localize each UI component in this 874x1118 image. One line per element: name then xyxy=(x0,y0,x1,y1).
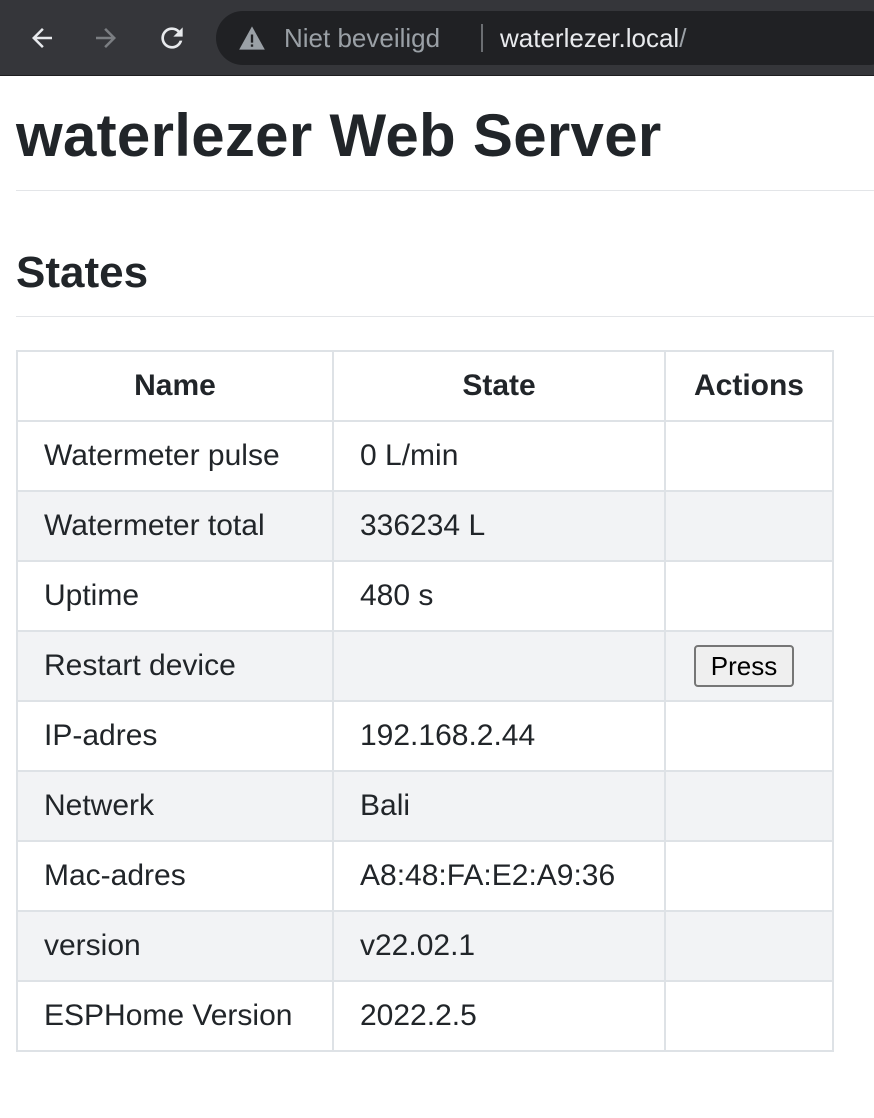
row-name: Watermeter pulse xyxy=(16,420,334,492)
row-actions xyxy=(664,980,834,1052)
row-actions xyxy=(664,420,834,492)
reload-button[interactable] xyxy=(152,18,192,58)
row-state: Bali xyxy=(332,770,666,842)
table-row: IP-adres 192.168.2.44 xyxy=(16,700,834,772)
arrow-right-icon xyxy=(96,28,116,48)
back-button[interactable] xyxy=(22,18,62,58)
table-row: Uptime 480 s xyxy=(16,560,834,632)
row-actions xyxy=(664,910,834,982)
forward-button[interactable] xyxy=(86,18,126,58)
states-table: Name State Actions Watermeter pulse 0 L/… xyxy=(16,350,834,1052)
row-state xyxy=(332,630,666,702)
row-name: ESPHome Version xyxy=(16,980,334,1052)
row-actions xyxy=(664,700,834,772)
row-actions: Press xyxy=(664,630,834,702)
row-state: 192.168.2.44 xyxy=(332,700,666,772)
table-row: ESPHome Version 2022.2.5 xyxy=(16,980,834,1052)
url-path: / xyxy=(679,23,687,53)
row-state: 0 L/min xyxy=(332,420,666,492)
table-row: version v22.02.1 xyxy=(16,910,834,982)
header-state: State xyxy=(332,350,666,422)
row-state: v22.02.1 xyxy=(332,910,666,982)
restart-press-button[interactable]: Press xyxy=(694,645,794,687)
row-state: 336234 L xyxy=(332,490,666,562)
security-status-label[interactable]: Niet beveiligd xyxy=(284,23,440,53)
header-name: Name xyxy=(16,350,334,422)
arrow-left-icon xyxy=(32,28,52,48)
header-actions: Actions xyxy=(664,350,834,422)
row-name: Restart device xyxy=(16,630,334,702)
title-divider xyxy=(16,190,874,191)
address-divider xyxy=(481,24,483,52)
row-name: Watermeter total xyxy=(16,490,334,562)
table-header-row: Name State Actions xyxy=(16,350,834,422)
warning-triangle-icon[interactable] xyxy=(238,25,266,51)
row-actions xyxy=(664,840,834,912)
row-state: 480 s xyxy=(332,560,666,632)
row-state: A8:48:FA:E2:A9:36 xyxy=(332,840,666,912)
row-name: IP-adres xyxy=(16,700,334,772)
table-row: Mac-adres A8:48:FA:E2:A9:36 xyxy=(16,840,834,912)
row-name: Netwerk xyxy=(16,770,334,842)
browser-toolbar: Niet beveiligd waterlezer.local/ xyxy=(0,0,874,76)
page-title: waterlezer Web Server xyxy=(16,102,662,169)
table-row: Watermeter total 336234 L xyxy=(16,490,834,562)
table-row: Restart device Press xyxy=(16,630,834,702)
row-name: Uptime xyxy=(16,560,334,632)
reload-icon xyxy=(161,27,183,49)
address-bar[interactable]: Niet beveiligd waterlezer.local/ xyxy=(216,11,874,65)
row-actions xyxy=(664,490,834,562)
section-title: States xyxy=(16,248,149,297)
row-state: 2022.2.5 xyxy=(332,980,666,1052)
row-name: Mac-adres xyxy=(16,840,334,912)
url-text[interactable]: waterlezer.local/ xyxy=(500,23,686,53)
row-name: version xyxy=(16,910,334,982)
url-host: waterlezer.local xyxy=(500,23,680,53)
section-divider xyxy=(16,316,874,317)
row-actions xyxy=(664,770,834,842)
row-actions xyxy=(664,560,834,632)
table-row: Netwerk Bali xyxy=(16,770,834,842)
table-row: Watermeter pulse 0 L/min xyxy=(16,420,834,492)
